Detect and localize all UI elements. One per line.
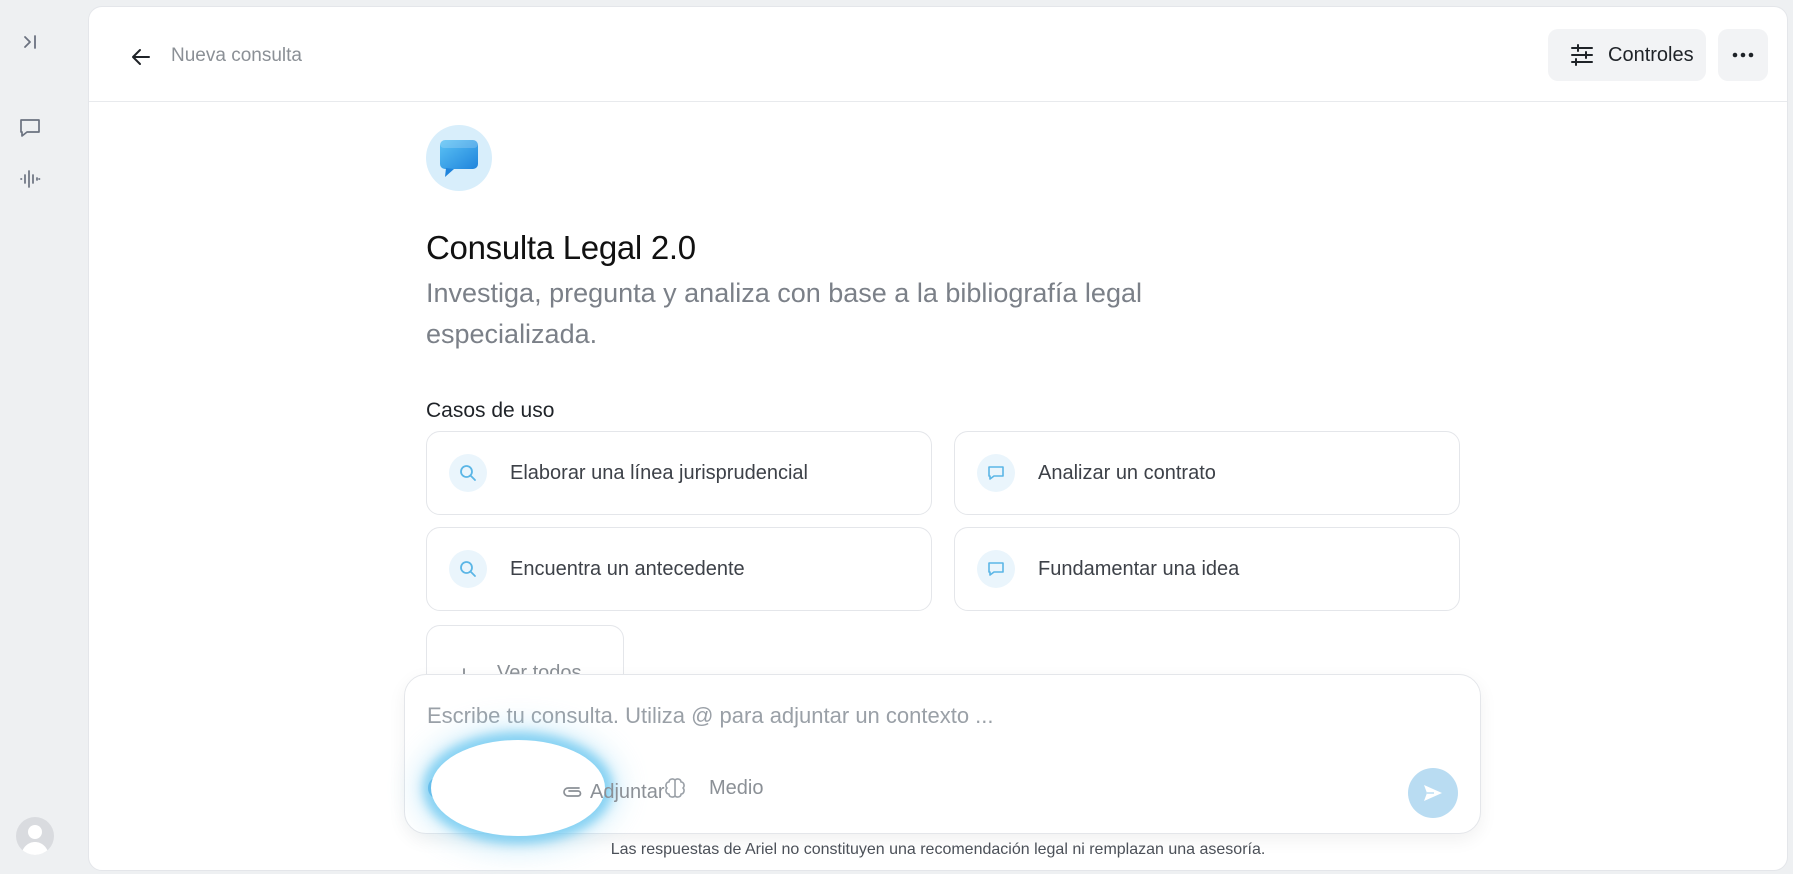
left-rail — [0, 0, 88, 874]
main-panel: Nueva consulta Controles Consulta Legal … — [88, 6, 1788, 871]
expand-sidebar-button[interactable] — [16, 28, 44, 56]
filters-label: Filtros — [461, 776, 516, 799]
arrow-left-icon — [132, 49, 150, 65]
use-case-card[interactable]: Encuentra un antecedente — [426, 527, 932, 611]
attach-label: Adjuntar — [590, 780, 665, 803]
voice-nav-button[interactable] — [16, 165, 44, 193]
use-case-card[interactable]: Analizar un contrato — [954, 431, 1460, 515]
sliders-icon — [1571, 44, 1593, 66]
mode-label: Medio — [709, 776, 764, 799]
hero-subtitle: Investiga, pregunta y analiza con base a… — [426, 278, 1142, 349]
search-icon — [449, 454, 487, 492]
speech-bubble-icon — [440, 140, 478, 177]
use-case-card[interactable]: Elaborar una línea jurisprudencial — [426, 431, 932, 515]
use-case-card[interactable]: Fundamentar una idea — [954, 527, 1460, 611]
brain-icon — [665, 778, 685, 798]
more-options-button[interactable] — [1718, 29, 1768, 81]
chat-icon — [977, 454, 1015, 492]
controls-button[interactable]: Controles — [1548, 29, 1706, 81]
speech-bubble-logo — [426, 125, 492, 191]
use-case-label: Encuentra un antecedente — [510, 557, 745, 580]
use-cases-label: Casos de uso — [426, 399, 555, 422]
filters-button[interactable]: Filtros — [427, 773, 515, 803]
filters-logo-icon — [428, 776, 452, 800]
top-bar: Nueva consulta Controles — [89, 7, 1787, 102]
audio-wave-icon — [20, 170, 41, 188]
use-case-label: Fundamentar una idea — [1038, 557, 1240, 580]
search-icon — [449, 550, 487, 588]
send-icon — [1424, 785, 1442, 801]
user-avatar[interactable] — [16, 817, 54, 855]
query-input[interactable] — [427, 699, 1427, 733]
more-horizontal-icon — [1732, 52, 1754, 58]
chat-icon — [20, 119, 40, 137]
hero-title: Consulta Legal 2.0 — [426, 229, 696, 266]
query-composer: Filtros Medio — [404, 674, 1481, 834]
send-button[interactable] — [1408, 768, 1458, 818]
controls-label: Controles — [1608, 43, 1694, 66]
chat-icon — [977, 550, 1015, 588]
chat-nav-button[interactable] — [16, 114, 44, 142]
use-case-label: Elaborar una línea jurisprudencial — [510, 461, 808, 484]
user-avatar-icon — [21, 825, 49, 855]
page-title: Nueva consulta — [171, 45, 302, 66]
use-case-label: Analizar un contrato — [1038, 461, 1216, 484]
mode-selector[interactable]: Medio — [663, 773, 763, 803]
back-button[interactable] — [127, 43, 155, 71]
expand-sidebar-icon — [24, 35, 36, 49]
paperclip-icon — [563, 787, 582, 797]
disclaimer-text: Las respuestas de Ariel no constituyen u… — [610, 841, 1266, 858]
attach-button[interactable]: Adjuntar — [560, 777, 665, 807]
